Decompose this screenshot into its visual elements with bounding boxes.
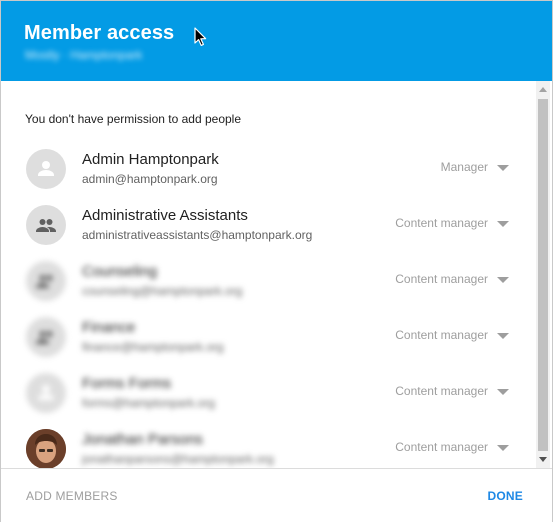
- member-email: jonathanparsons@hamptonpark.org: [82, 452, 274, 466]
- role-dropdown[interactable]: Manager: [441, 160, 509, 174]
- dialog-header: Member access Mostly · Hamptonpark: [1, 1, 552, 81]
- role-label: Manager: [440, 160, 488, 174]
- scroll-down-arrow-icon[interactable]: [539, 457, 547, 462]
- role-dropdown[interactable]: Content manager: [395, 272, 509, 286]
- role-label: Content manager: [395, 328, 488, 342]
- member-name: Admin Hamptonpark: [82, 151, 219, 168]
- group-icon: [26, 261, 66, 301]
- role-label: Content manager: [395, 216, 488, 230]
- member-row: Counseling counseling@hamptonpark.org Co…: [1, 253, 537, 309]
- role-dropdown[interactable]: Content manager: [395, 328, 509, 342]
- permission-notice: You don't have permission to add people: [25, 112, 242, 126]
- member-email: forms@hamptonpark.org: [82, 396, 215, 410]
- member-name: Forms Forms: [82, 375, 172, 392]
- dialog-subtitle: Mostly · Hamptonpark: [25, 48, 143, 62]
- role-dropdown[interactable]: Content manager: [395, 440, 509, 454]
- dialog-footer: ADD MEMBERS DONE: [1, 468, 552, 523]
- member-email: administrativeassistants@hamptonpark.org: [82, 228, 313, 242]
- member-row: Jonathan Parsons jonathanparsons@hampton…: [1, 421, 537, 468]
- role-label: Content manager: [395, 384, 488, 398]
- group-icon: [26, 317, 66, 357]
- chevron-down-icon: [497, 445, 509, 451]
- member-access-dialog: Member access Mostly · Hamptonpark You d…: [0, 0, 553, 523]
- member-email: admin@hamptonpark.org: [82, 172, 218, 186]
- user-photo-avatar: [26, 429, 66, 468]
- member-row: Admin Hamptonpark admin@hamptonpark.org …: [1, 141, 537, 197]
- add-members-button[interactable]: ADD MEMBERS: [26, 489, 118, 503]
- chevron-down-icon: [497, 333, 509, 339]
- dialog-title: Member access: [24, 22, 175, 44]
- member-row: Finance finance@hamptonpark.org Content …: [1, 309, 537, 365]
- member-list: You don't have permission to add people …: [1, 81, 537, 468]
- role-dropdown[interactable]: Content manager: [395, 384, 509, 398]
- member-name: Finance: [82, 319, 136, 336]
- scrollbar-thumb[interactable]: [538, 99, 548, 451]
- member-email: counseling@hamptonpark.org: [82, 284, 243, 298]
- role-label: Content manager: [395, 440, 488, 454]
- role-label: Content manager: [395, 272, 488, 286]
- member-name: Administrative Assistants: [82, 207, 248, 224]
- vertical-scrollbar[interactable]: [536, 81, 550, 468]
- member-row: Forms Forms forms@hamptonpark.org Conten…: [1, 365, 537, 421]
- role-dropdown[interactable]: Content manager: [395, 216, 509, 230]
- member-name: Jonathan Parsons: [82, 431, 203, 448]
- chevron-down-icon: [497, 221, 509, 227]
- done-button[interactable]: DONE: [488, 489, 523, 503]
- chevron-down-icon: [497, 277, 509, 283]
- member-email: finance@hamptonpark.org: [82, 340, 224, 354]
- member-name: Counseling: [82, 263, 158, 280]
- person-icon: [26, 373, 66, 413]
- person-icon: [26, 149, 66, 189]
- chevron-down-icon: [497, 165, 509, 171]
- group-icon: [26, 205, 66, 245]
- scroll-up-arrow-icon[interactable]: [539, 87, 547, 92]
- chevron-down-icon: [497, 389, 509, 395]
- member-row: Administrative Assistants administrative…: [1, 197, 537, 253]
- mouse-cursor-icon: [194, 27, 207, 46]
